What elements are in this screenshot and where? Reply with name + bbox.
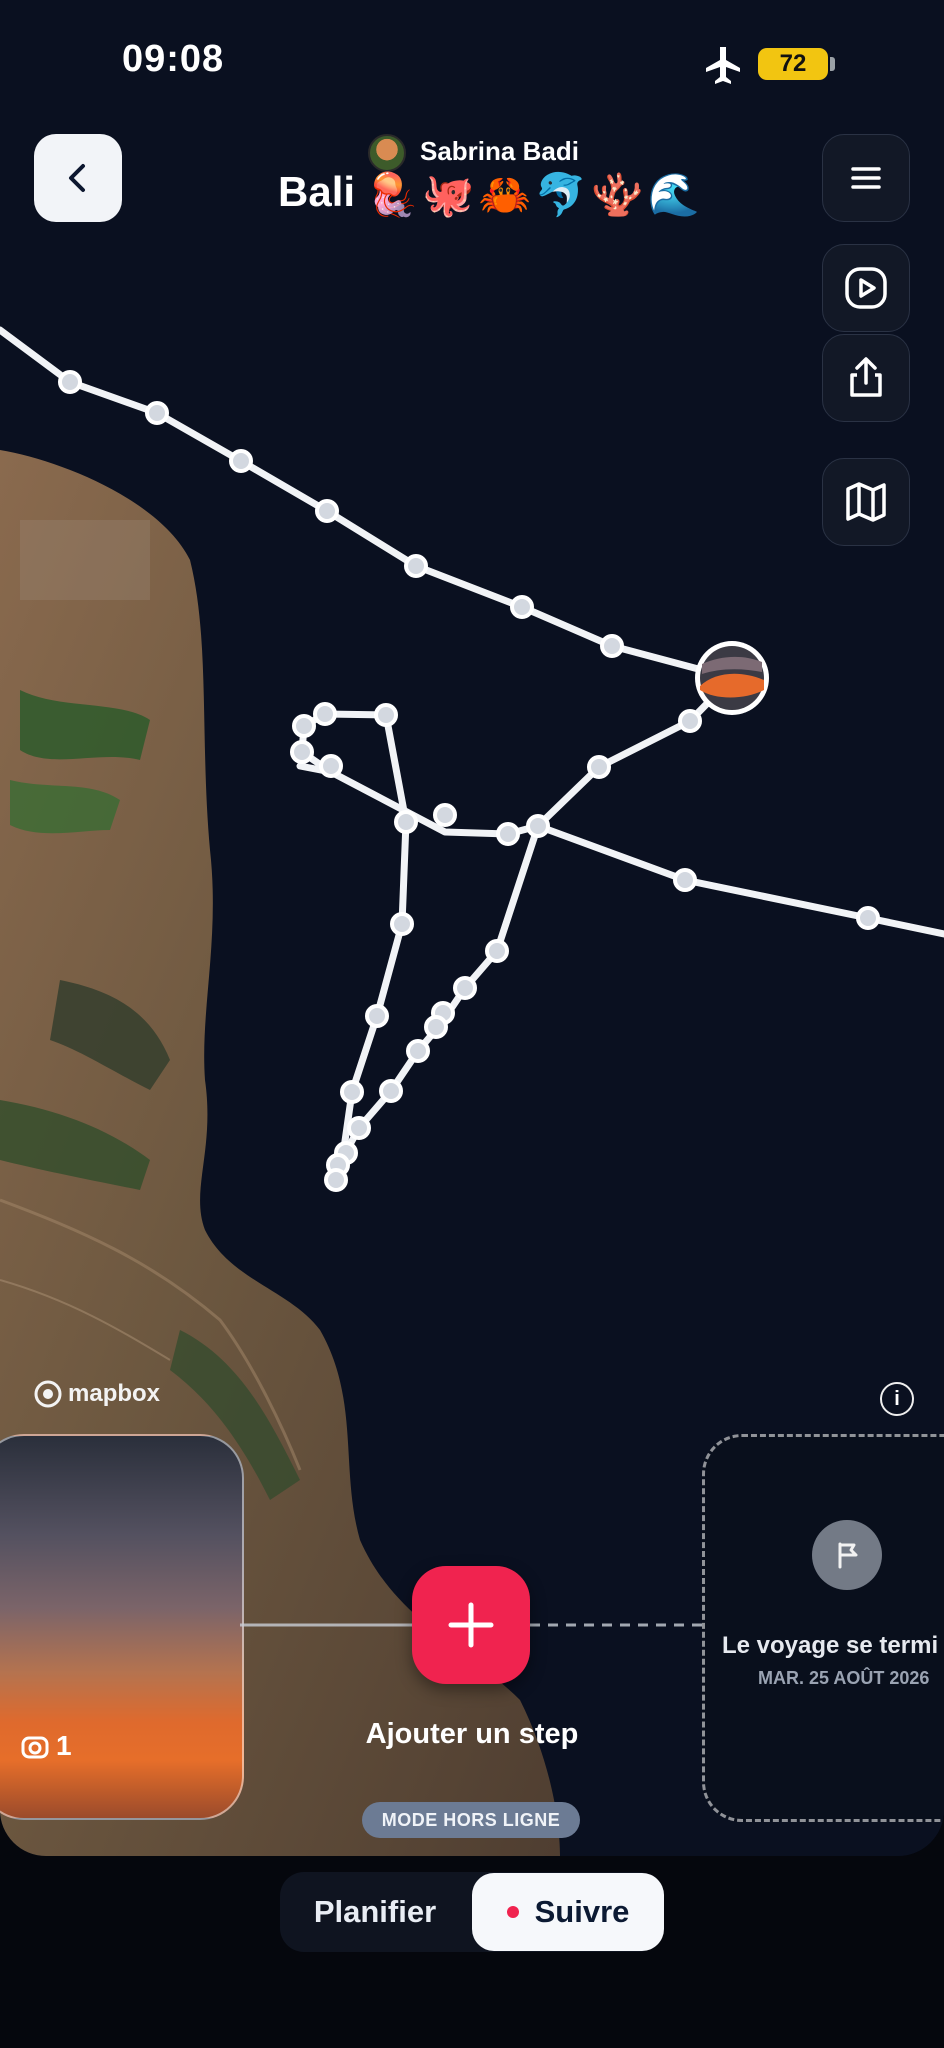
- tab-follow[interactable]: Suivre: [472, 1873, 664, 1951]
- add-step-label[interactable]: Ajouter un step: [330, 1718, 614, 1751]
- play-button[interactable]: [822, 244, 910, 332]
- play-icon: [845, 267, 887, 309]
- plus-icon: [448, 1602, 494, 1648]
- share-icon: [850, 357, 882, 397]
- menu-button[interactable]: [822, 134, 910, 222]
- map-view[interactable]: mapbox i 1 Ajouter un step MODE HORS LIG…: [0, 0, 944, 1856]
- menu-icon: [851, 167, 881, 189]
- tab-plan[interactable]: Planifier: [290, 1872, 460, 1952]
- user-name[interactable]: Sabrina Badi: [420, 136, 579, 167]
- offline-mode-badge: MODE HORS LIGNE: [362, 1802, 580, 1838]
- trip-end-title: Le voyage se termi: [722, 1632, 939, 1659]
- battery-tip: [830, 57, 835, 71]
- map-icon: [846, 482, 886, 522]
- flag-icon: [812, 1520, 882, 1590]
- battery-indicator: 72: [758, 48, 828, 80]
- add-step-button[interactable]: [412, 1566, 530, 1684]
- trip-emojis: 🪼🐙🦀🐬🪸🌊: [366, 170, 704, 219]
- share-button[interactable]: [822, 334, 910, 422]
- trip-end-card[interactable]: [702, 1434, 944, 1822]
- trip-end-date: MAR. 25 AOÛT 2026: [758, 1668, 930, 1688]
- status-time: 09:08: [122, 38, 225, 80]
- user-avatar[interactable]: [368, 134, 406, 172]
- map-style-button[interactable]: [822, 458, 910, 546]
- airplane-icon: [706, 47, 740, 84]
- active-dot: [506, 1906, 519, 1918]
- tab-follow-label: Suivre: [534, 1894, 630, 1929]
- trip-title: Bali: [278, 168, 356, 215]
- chevron-left-icon: [69, 164, 85, 192]
- back-button[interactable]: [34, 134, 122, 222]
